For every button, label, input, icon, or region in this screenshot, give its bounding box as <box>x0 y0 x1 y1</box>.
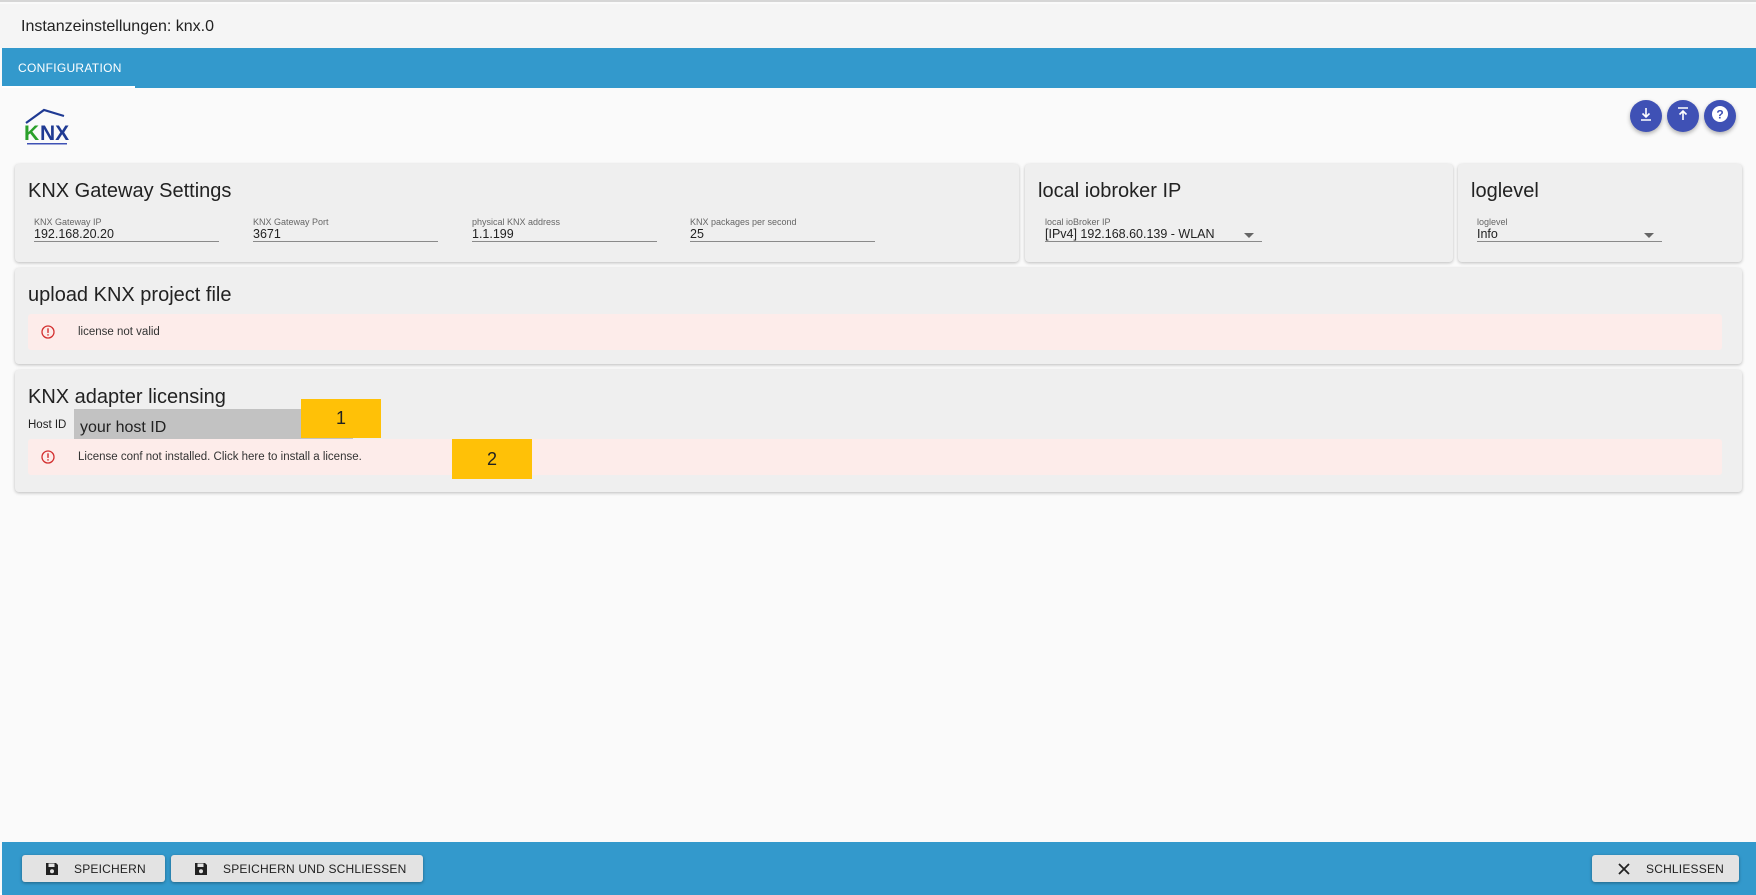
tab-configuration[interactable]: CONFIGURATION <box>2 48 135 88</box>
annotation-marker-1: 1 <box>301 399 381 438</box>
chevron-down-icon <box>1644 233 1654 238</box>
help-icon: ? <box>1710 104 1730 129</box>
field-value: 192.168.20.20 <box>34 227 114 241</box>
save-and-close-button[interactable]: SPEICHERN UND SCHLIESSEN <box>171 855 423 882</box>
card-title: loglevel <box>1471 180 1539 202</box>
tab-bar: CONFIGURATION <box>2 48 1756 88</box>
gateway-ip-field[interactable]: KNX Gateway IP 192.168.20.20 <box>34 217 219 242</box>
main-content: K NX ? KNX Gateway Settings KNX Gateway … <box>2 88 1756 842</box>
title-bar: Instanzeinstellungen: knx.0 <box>0 4 1756 48</box>
field-value: Info <box>1477 227 1498 241</box>
host-id-label: Host ID <box>28 419 67 431</box>
licensing-card: KNX adapter licensing Host ID your host … <box>15 370 1742 492</box>
loglevel-card: loglevel loglevel Info <box>1458 164 1742 262</box>
loglevel-select[interactable]: loglevel Info <box>1477 217 1662 242</box>
card-title: KNX Gateway Settings <box>28 180 232 202</box>
local-ip-card: local iobroker IP local ioBroker IP [IPv… <box>1025 164 1453 262</box>
field-label: loglevel <box>1477 217 1508 227</box>
button-label: SPEICHERN UND SCHLIESSEN <box>223 861 407 876</box>
field-value: [IPv4] 192.168.60.139 - WLAN <box>1045 227 1215 241</box>
field-value: 25 <box>690 227 704 241</box>
chevron-down-icon <box>1244 233 1254 238</box>
floppy-disk-icon <box>193 861 209 877</box>
error-alert: license not valid <box>28 314 1722 350</box>
svg-text:?: ? <box>1716 107 1723 121</box>
upload-card: upload KNX project file license not vali… <box>15 268 1742 364</box>
app-frame: Instanzeinstellungen: knx.0 CONFIGURATIO… <box>0 0 1756 895</box>
card-title: upload KNX project file <box>28 284 232 306</box>
field-value: 1.1.199 <box>472 227 514 241</box>
field-label: KNX Gateway Port <box>253 217 329 227</box>
close-button[interactable]: SCHLIESSEN <box>1592 855 1739 882</box>
gateway-settings-card: KNX Gateway Settings KNX Gateway IP 192.… <box>15 164 1019 262</box>
card-title: local iobroker IP <box>1038 180 1182 202</box>
field-label: physical KNX address <box>472 217 561 227</box>
alert-text: license not valid <box>78 326 160 338</box>
field-label: local ioBroker IP <box>1045 217 1111 227</box>
window-title: Instanzeinstellungen: knx.0 <box>21 18 215 35</box>
gateway-port-field[interactable]: KNX Gateway Port 3671 <box>253 217 438 242</box>
field-label: KNX packages per second <box>690 217 797 227</box>
physical-address-field[interactable]: physical KNX address 1.1.199 <box>472 217 657 242</box>
host-id-value: your host ID <box>80 419 167 436</box>
upload-button[interactable] <box>1667 100 1699 132</box>
tab-label: CONFIGURATION <box>18 61 122 75</box>
close-icon <box>1616 861 1632 877</box>
download-button[interactable] <box>1630 100 1662 132</box>
action-buttons: ? <box>1630 100 1736 132</box>
license-alert[interactable]: License conf not installed. Click here t… <box>28 439 1722 475</box>
field-label: KNX Gateway IP <box>34 217 102 227</box>
download-icon <box>1638 106 1654 127</box>
svg-text:NX: NX <box>40 122 69 145</box>
card-title: KNX adapter licensing <box>28 386 226 408</box>
local-ip-select[interactable]: local ioBroker IP [IPv4] 192.168.60.139 … <box>1045 217 1262 242</box>
help-button[interactable]: ? <box>1704 100 1736 132</box>
save-button[interactable]: SPEICHERN <box>22 855 165 882</box>
annotation-marker-2: 2 <box>452 439 532 479</box>
knx-logo: K NX <box>22 105 82 147</box>
button-label: SCHLIESSEN <box>1646 861 1725 876</box>
field-value: 3671 <box>253 227 281 241</box>
alert-text: License conf not installed. Click here t… <box>78 451 362 463</box>
floppy-disk-icon <box>44 861 60 877</box>
packages-per-second-field[interactable]: KNX packages per second 25 <box>690 217 875 242</box>
upload-icon <box>1675 106 1691 127</box>
footer-bar: SPEICHERN SPEICHERN UND SCHLIESSEN SCHLI… <box>2 842 1756 895</box>
svg-text:K: K <box>24 122 39 145</box>
error-icon <box>41 450 55 464</box>
button-label: SPEICHERN <box>74 861 146 876</box>
error-icon <box>41 325 55 339</box>
